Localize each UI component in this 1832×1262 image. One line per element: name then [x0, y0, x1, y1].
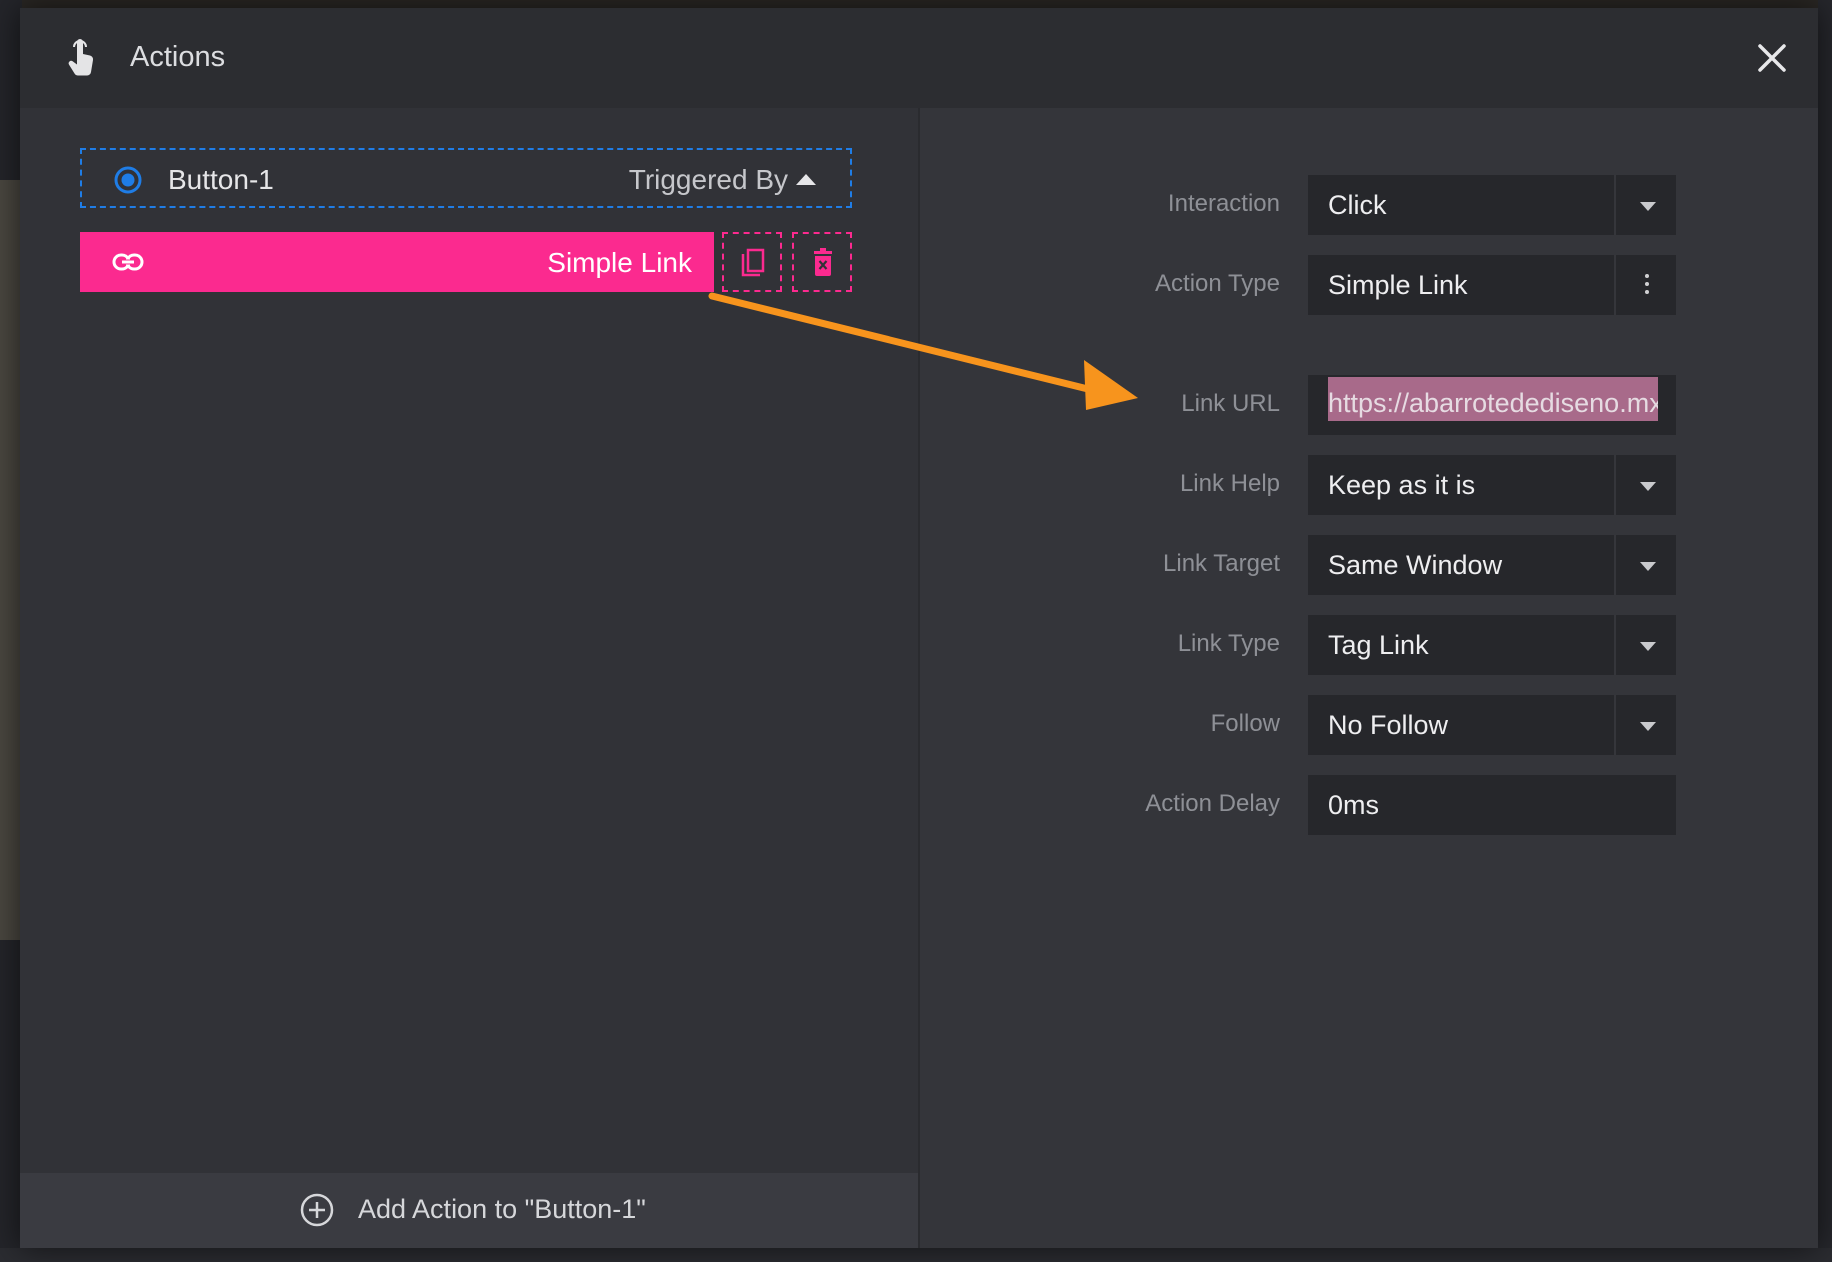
- link-type-label: Link Type: [1177, 630, 1280, 657]
- link-url-value[interactable]: https://abarrotedediseno.mx: [1328, 388, 1658, 419]
- link-icon: [112, 253, 144, 271]
- interaction-label: Interaction: [1167, 190, 1280, 217]
- radio-selected-icon[interactable]: [114, 166, 142, 194]
- caret-up-icon[interactable]: [796, 174, 816, 185]
- follow-value: No Follow: [1328, 710, 1449, 740]
- action-item-simple-link[interactable]: Simple Link: [80, 232, 714, 292]
- chevron-down-icon[interactable]: [1640, 562, 1656, 571]
- link-target-select[interactable]: Same Window: [1308, 535, 1676, 595]
- interaction-value: Click: [1328, 190, 1387, 220]
- duplicate-button[interactable]: [722, 232, 782, 292]
- dropdown-separator: [1614, 175, 1616, 235]
- copy-icon: [741, 248, 765, 277]
- background-bottom-strip: [0, 1248, 1832, 1262]
- link-help-label: Link Help: [1179, 470, 1280, 497]
- action-delay-label: Action Delay: [1145, 790, 1280, 817]
- delete-button[interactable]: [792, 232, 852, 292]
- dropdown-separator: [1614, 615, 1616, 675]
- dropdown-separator: [1614, 255, 1616, 315]
- action-type-value: Simple Link: [1328, 270, 1468, 300]
- chevron-down-icon[interactable]: [1640, 642, 1656, 651]
- more-vertical-icon[interactable]: [1645, 274, 1649, 298]
- modal-title: Actions: [130, 41, 226, 73]
- follow-label: Follow: [1210, 710, 1280, 737]
- add-action-label: Add Action to "Button-1": [358, 1194, 646, 1224]
- background-right-edge: [1818, 0, 1832, 1262]
- link-type-value: Tag Link: [1328, 630, 1429, 660]
- background-left-photo: [0, 180, 22, 940]
- chevron-down-icon[interactable]: [1640, 482, 1656, 491]
- action-delay-value: 0ms: [1328, 790, 1380, 820]
- link-help-select[interactable]: Keep as it is: [1308, 455, 1676, 515]
- close-icon[interactable]: [1750, 36, 1794, 80]
- interaction-select[interactable]: Click: [1308, 175, 1676, 235]
- dropdown-separator: [1614, 455, 1616, 515]
- link-target-value: Same Window: [1328, 550, 1503, 580]
- action-settings-pane: Interaction Click Action Type Simple Lin…: [920, 108, 1818, 1248]
- actions-list-pane: Button-1 Triggered By Simple Link Add Ac…: [20, 108, 918, 1248]
- action-label: Simple Link: [547, 247, 692, 278]
- modal-header: Actions: [20, 8, 1818, 108]
- dropdown-separator: [1614, 535, 1616, 595]
- link-url-label: Link URL: [1181, 390, 1280, 417]
- trigger-header[interactable]: Button-1 Triggered By: [80, 148, 852, 208]
- chevron-down-icon[interactable]: [1640, 722, 1656, 731]
- hand-pointer-icon: [68, 39, 94, 76]
- dropdown-separator: [1614, 695, 1616, 755]
- trigger-name: Button-1: [168, 164, 274, 195]
- link-type-select[interactable]: Tag Link: [1308, 615, 1676, 675]
- action-delay-input[interactable]: 0ms: [1308, 775, 1676, 835]
- chevron-down-icon[interactable]: [1640, 202, 1656, 211]
- link-url-input[interactable]: https://abarrotedediseno.mx: [1308, 375, 1676, 435]
- follow-select[interactable]: No Follow: [1308, 695, 1676, 755]
- action-type-label: Action Type: [1155, 270, 1280, 297]
- add-circle-icon: [300, 1193, 334, 1227]
- link-target-label: Link Target: [1163, 550, 1280, 577]
- action-type-select[interactable]: Simple Link: [1308, 255, 1676, 315]
- actions-modal: Actions Button-1 Triggered By Simple Lin…: [20, 8, 1818, 1248]
- link-help-value: Keep as it is: [1328, 470, 1476, 500]
- trash-icon: [814, 248, 832, 276]
- add-action-button[interactable]: Add Action to "Button-1": [20, 1173, 918, 1248]
- triggered-by-label[interactable]: Triggered By: [629, 164, 788, 196]
